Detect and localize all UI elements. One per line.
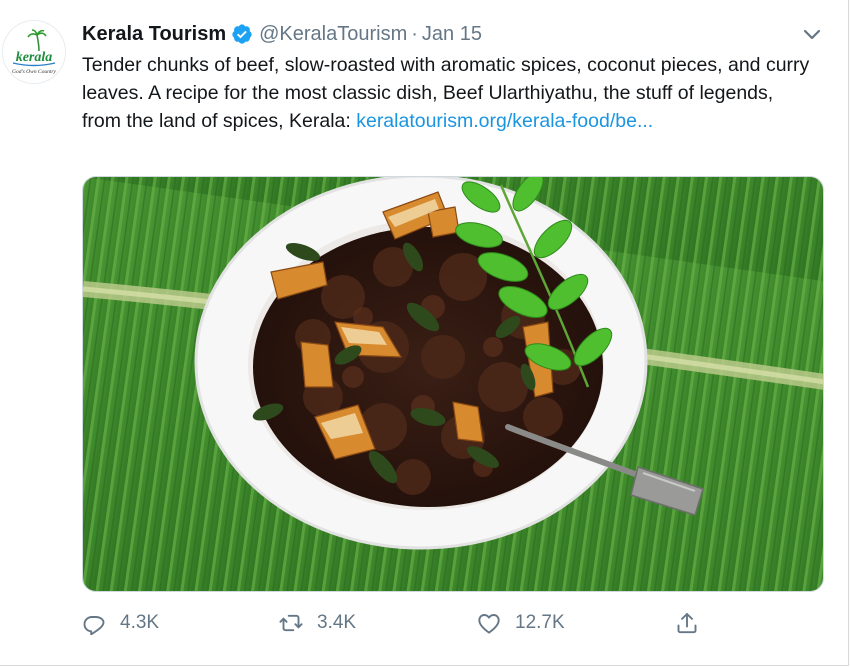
separator-dot: · bbox=[411, 22, 418, 45]
like-button[interactable]: 12.7K bbox=[477, 606, 565, 640]
tweet-date[interactable]: Jan 15 bbox=[422, 23, 482, 46]
verified-badge-icon bbox=[231, 23, 253, 45]
reply-count: 4.3K bbox=[120, 612, 160, 633]
tweet-link[interactable]: keralatourism.org/kerala-food/be... bbox=[356, 110, 653, 132]
action-bar: 4.3K 3.4K 12.7K bbox=[82, 606, 782, 640]
avatar[interactable]: kerala God's Own Country bbox=[2, 20, 66, 84]
retweet-icon bbox=[279, 614, 303, 632]
kerala-logo-tagline: God's Own Country bbox=[12, 69, 57, 75]
author-handle[interactable]: @KeralaTourism bbox=[259, 23, 407, 46]
share-icon bbox=[677, 613, 697, 634]
beef-dish-photo bbox=[83, 177, 823, 591]
tweet-image[interactable] bbox=[82, 176, 824, 592]
tweet-text: Tender chunks of beef, slow-roasted with… bbox=[82, 51, 812, 135]
reply-button[interactable]: 4.3K bbox=[82, 606, 159, 640]
like-count: 12.7K bbox=[515, 612, 565, 633]
kerala-logo-text: kerala bbox=[16, 50, 53, 65]
more-options-button[interactable] bbox=[800, 22, 824, 46]
author-name[interactable]: Kerala Tourism bbox=[82, 23, 226, 46]
tweet-header: Kerala Tourism @KeralaTourism · Jan 15 bbox=[82, 20, 482, 48]
share-button[interactable] bbox=[675, 606, 699, 640]
kerala-logo: kerala God's Own Country bbox=[3, 21, 65, 83]
chevron-down-icon bbox=[803, 29, 821, 40]
like-icon bbox=[478, 614, 500, 634]
retweet-count: 3.4K bbox=[317, 612, 357, 633]
retweet-button[interactable]: 3.4K bbox=[279, 606, 356, 640]
reply-icon bbox=[83, 616, 105, 635]
